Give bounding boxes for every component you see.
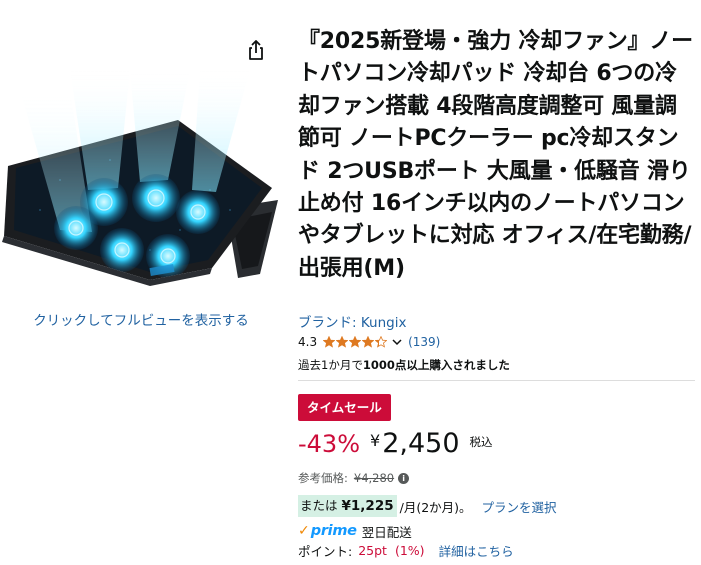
points-row: ポイント: 25pt (1%) 詳細はこちら <box>298 541 514 559</box>
prime-logo: ✓ prime <box>298 523 357 539</box>
currency-symbol: ¥ <box>370 431 381 450</box>
fullview-link[interactable]: クリックしてフルビューを表示する <box>0 309 282 329</box>
star-icon <box>362 336 375 348</box>
installment-row: または ¥1,225 /月(2か月)。 プランを選択 <box>298 495 557 517</box>
star-icon <box>349 336 362 348</box>
price-amount: 2,450 <box>382 428 460 459</box>
bought-amount: 1000点以上購入されました <box>362 358 510 372</box>
select-plan-link[interactable]: プランを選択 <box>482 497 557 516</box>
prime-row: ✓ prime 翌日配送 <box>298 522 412 540</box>
deal-badge: タイムセール <box>298 394 391 421</box>
bought-count: 過去1か月で1000点以上購入されました <box>298 357 510 373</box>
star-rating[interactable] <box>323 336 388 348</box>
discount-percent: -43% <box>298 430 361 458</box>
image-block: クリックしてフルビューを表示する <box>0 0 282 340</box>
review-count-link[interactable]: (139) <box>408 335 440 349</box>
product-image[interactable] <box>0 70 282 290</box>
installment-amount: ¥1,225 <box>341 498 394 514</box>
installment-term: /月(2か月)。 <box>399 499 472 515</box>
info-icon[interactable]: i <box>398 472 410 484</box>
points-percent: (1%) <box>394 542 425 558</box>
list-price-row: 参考価格: ¥4,280 i <box>298 470 410 486</box>
list-price: ¥4,280 <box>353 471 395 485</box>
price-row: -43% ¥ 2,450 税込 <box>298 428 493 464</box>
star-icon <box>336 336 349 348</box>
installment-prefix: または <box>300 498 338 513</box>
list-price-label: 参考価格: <box>298 471 348 485</box>
share-button[interactable] <box>244 38 268 62</box>
rating-row: 4.3 (139) <box>298 333 440 351</box>
bought-prefix: 過去1か月で <box>298 358 363 372</box>
rating-value: 4.3 <box>298 335 318 349</box>
points-label: ポイント: <box>298 543 353 559</box>
share-icon <box>249 40 263 60</box>
installment-chip: または ¥1,225 <box>298 495 397 517</box>
points-value: 25pt <box>358 542 387 558</box>
tax-label: 税込 <box>469 435 493 449</box>
star-icon <box>375 336 388 348</box>
prime-check-icon: ✓ <box>298 523 310 539</box>
product-title: 『2025新登場・強力 冷却ファン』ノートパソコン冷却パッド 冷却台 6つの冷却… <box>298 29 693 281</box>
chevron-down-icon[interactable] <box>392 338 402 346</box>
divider <box>298 380 695 381</box>
delivery-text: 翌日配送 <box>361 524 412 540</box>
brand-link[interactable]: ブランド: Kungix <box>298 311 406 331</box>
star-icon <box>323 336 336 348</box>
points-detail-link[interactable]: 詳細はこちら <box>439 541 514 560</box>
prime-label: prime <box>310 523 357 539</box>
